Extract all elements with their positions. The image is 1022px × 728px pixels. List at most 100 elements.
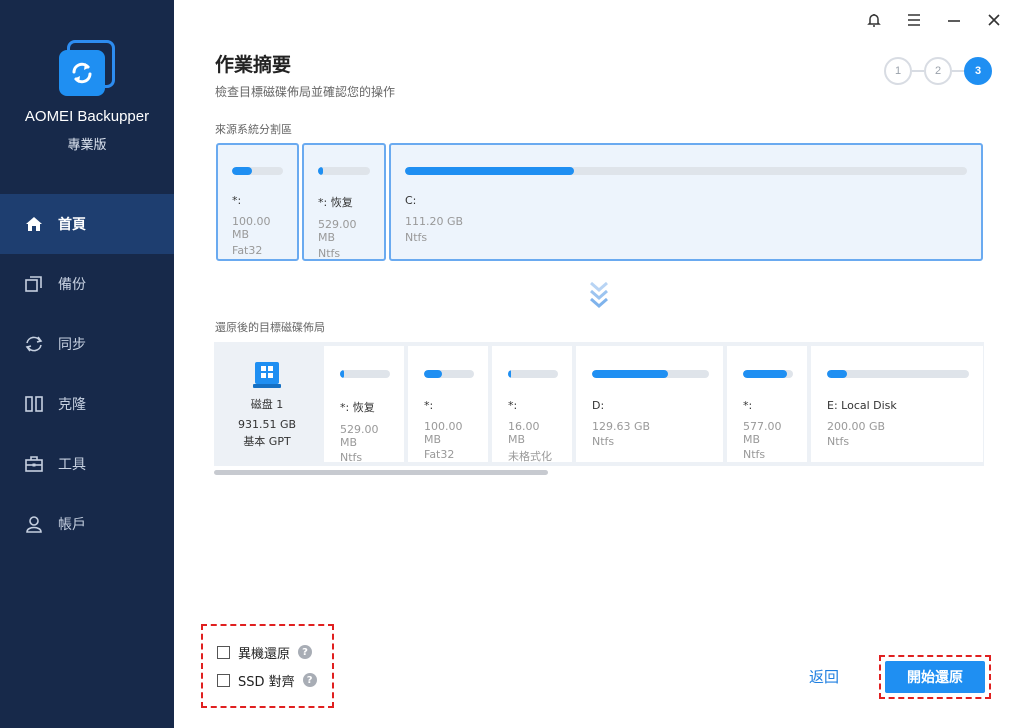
home-icon xyxy=(24,214,44,234)
target-partition[interactable]: D: 129.63 GB Ntfs xyxy=(576,346,723,462)
partition-name: *: 恢复 xyxy=(318,196,353,209)
sidebar: AOMEI Backupper 專業版 首頁 備份 同步 克隆 工具 帳戶 xyxy=(0,0,174,728)
sync-icon xyxy=(24,334,44,354)
partition-size: 129.63 GB xyxy=(592,420,651,433)
usage-bar xyxy=(592,370,709,378)
usage-bar xyxy=(424,370,474,378)
user-icon xyxy=(24,514,44,534)
sidebar-item-backup[interactable]: 備份 xyxy=(0,254,174,314)
help-icon[interactable]: ? xyxy=(298,645,313,659)
target-partition[interactable]: *: 恢复 529.00 MB Ntfs xyxy=(324,346,404,464)
usage-bar xyxy=(318,167,370,175)
partition-name: C: xyxy=(405,194,417,207)
partition-size: 577.00 MB xyxy=(743,420,782,446)
disk-info: 磁盘 1 931.51 GB 基本 GPT xyxy=(214,342,320,466)
sidebar-item-label: 克隆 xyxy=(58,397,86,413)
bell-icon[interactable] xyxy=(854,8,894,32)
app-edition: 專業版 xyxy=(67,138,107,153)
step-connector xyxy=(952,70,964,72)
usage-bar xyxy=(405,167,967,175)
source-partitions: *: 100.00 MB Fat32 *: 恢复 529.00 MB Ntfs … xyxy=(216,143,986,261)
sidebar-item-label: 備份 xyxy=(58,277,86,293)
toolbox-icon xyxy=(24,454,44,474)
app-name: AOMEI Backupper xyxy=(24,108,150,125)
partition-fs: Ntfs xyxy=(405,231,428,244)
usage-bar xyxy=(232,167,283,175)
source-partition[interactable]: *: 恢复 529.00 MB Ntfs xyxy=(302,143,386,261)
partition-name: *: xyxy=(232,194,242,207)
partition-fs: Ntfs xyxy=(743,448,766,461)
step-3: 3 xyxy=(964,57,992,85)
target-partition[interactable]: *: 100.00 MB Fat32 xyxy=(408,346,488,462)
sidebar-nav: 首頁 備份 同步 克隆 工具 帳戶 xyxy=(0,194,174,554)
partition-size: 111.20 GB xyxy=(405,215,464,228)
partition-fs: Ntfs xyxy=(592,435,615,448)
target-partitions: *: 恢复 529.00 MB Ntfs *: 100.00 MB Fat32 … xyxy=(324,346,984,464)
usage-bar xyxy=(743,370,793,378)
partition-fs: Ntfs xyxy=(340,451,363,464)
disk-type: 基本 GPT xyxy=(243,435,291,448)
universal-restore-label[interactable]: 異機還原 xyxy=(238,643,290,662)
target-section-label: 還原後的目標磁碟佈局 xyxy=(215,321,325,334)
disk-name: 磁盘 1 xyxy=(250,398,284,411)
sidebar-item-label: 帳戶 xyxy=(58,517,86,533)
start-restore-highlight: 開始還原 xyxy=(879,655,991,699)
usage-bar xyxy=(340,370,390,378)
partition-fs: Fat32 xyxy=(424,448,455,461)
disk-size: 931.51 GB xyxy=(237,418,297,431)
backup-icon xyxy=(24,274,44,294)
partition-size: 529.00 MB xyxy=(340,423,379,449)
step-connector xyxy=(912,70,924,72)
usage-bar xyxy=(827,370,969,378)
minimize-icon[interactable] xyxy=(934,8,974,32)
target-partition[interactable]: *: 577.00 MB Ntfs xyxy=(727,346,807,462)
sidebar-item-label: 首頁 xyxy=(58,217,86,233)
usage-bar xyxy=(508,370,558,378)
sidebar-item-tools[interactable]: 工具 xyxy=(0,434,174,494)
chevron-down-icon xyxy=(590,281,608,308)
sidebar-item-label: 同步 xyxy=(58,337,86,353)
ssd-align-option: SSD 對齊 ? xyxy=(217,671,332,690)
step-indicator: 1 2 3 xyxy=(884,57,992,85)
menu-icon[interactable] xyxy=(894,8,934,32)
target-partition[interactable]: E: Local Disk 200.00 GB Ntfs xyxy=(811,346,983,462)
partition-fs: Fat32 xyxy=(232,244,263,257)
target-partition[interactable]: *: 16.00 MB 未格式化 xyxy=(492,346,572,463)
sidebar-item-label: 工具 xyxy=(58,457,86,473)
ssd-align-label[interactable]: SSD 對齊 xyxy=(238,671,295,690)
partition-size: 100.00 MB xyxy=(424,420,463,446)
ssd-align-checkbox[interactable] xyxy=(217,673,230,687)
sidebar-item-home[interactable]: 首頁 xyxy=(0,194,174,254)
partition-fs: 未格式化 xyxy=(508,450,552,463)
partition-name: D: xyxy=(592,399,605,412)
back-button[interactable]: 返回 xyxy=(809,666,839,687)
sidebar-item-sync[interactable]: 同步 xyxy=(0,314,174,374)
close-icon[interactable] xyxy=(974,8,1014,32)
help-icon[interactable]: ? xyxy=(302,673,317,687)
horizontal-scrollbar[interactable] xyxy=(214,470,548,475)
page-title: 作業摘要 xyxy=(215,54,292,76)
step-2: 2 xyxy=(924,57,952,85)
window-controls xyxy=(854,8,1014,32)
partition-name: E: Local Disk xyxy=(827,399,897,412)
partition-size: 529.00 MB xyxy=(318,218,357,244)
step-1: 1 xyxy=(884,57,912,85)
sidebar-item-clone[interactable]: 克隆 xyxy=(0,374,174,434)
target-disk-layout: 磁盘 1 931.51 GB 基本 GPT *: 恢复 529.00 MB Nt… xyxy=(214,342,984,466)
partition-fs: Ntfs xyxy=(318,247,341,260)
source-partition[interactable]: C: 111.20 GB Ntfs xyxy=(389,143,983,261)
partition-size: 200.00 GB xyxy=(827,420,886,433)
start-restore-button[interactable]: 開始還原 xyxy=(885,661,985,693)
app-logo-icon xyxy=(59,40,115,96)
partition-name: *: xyxy=(424,399,434,412)
disk-icon xyxy=(253,362,281,388)
partition-size: 16.00 MB xyxy=(508,420,540,446)
universal-restore-checkbox[interactable] xyxy=(217,645,230,659)
partition-size: 100.00 MB xyxy=(232,215,271,241)
sidebar-item-account[interactable]: 帳戶 xyxy=(0,494,174,554)
partition-name: *: xyxy=(508,399,518,412)
page-subtitle: 檢查目標磁碟佈局並確認您的操作 xyxy=(215,85,396,99)
source-partition[interactable]: *: 100.00 MB Fat32 xyxy=(216,143,299,261)
clone-icon xyxy=(24,394,44,414)
partition-name: *: 恢复 xyxy=(340,401,375,414)
